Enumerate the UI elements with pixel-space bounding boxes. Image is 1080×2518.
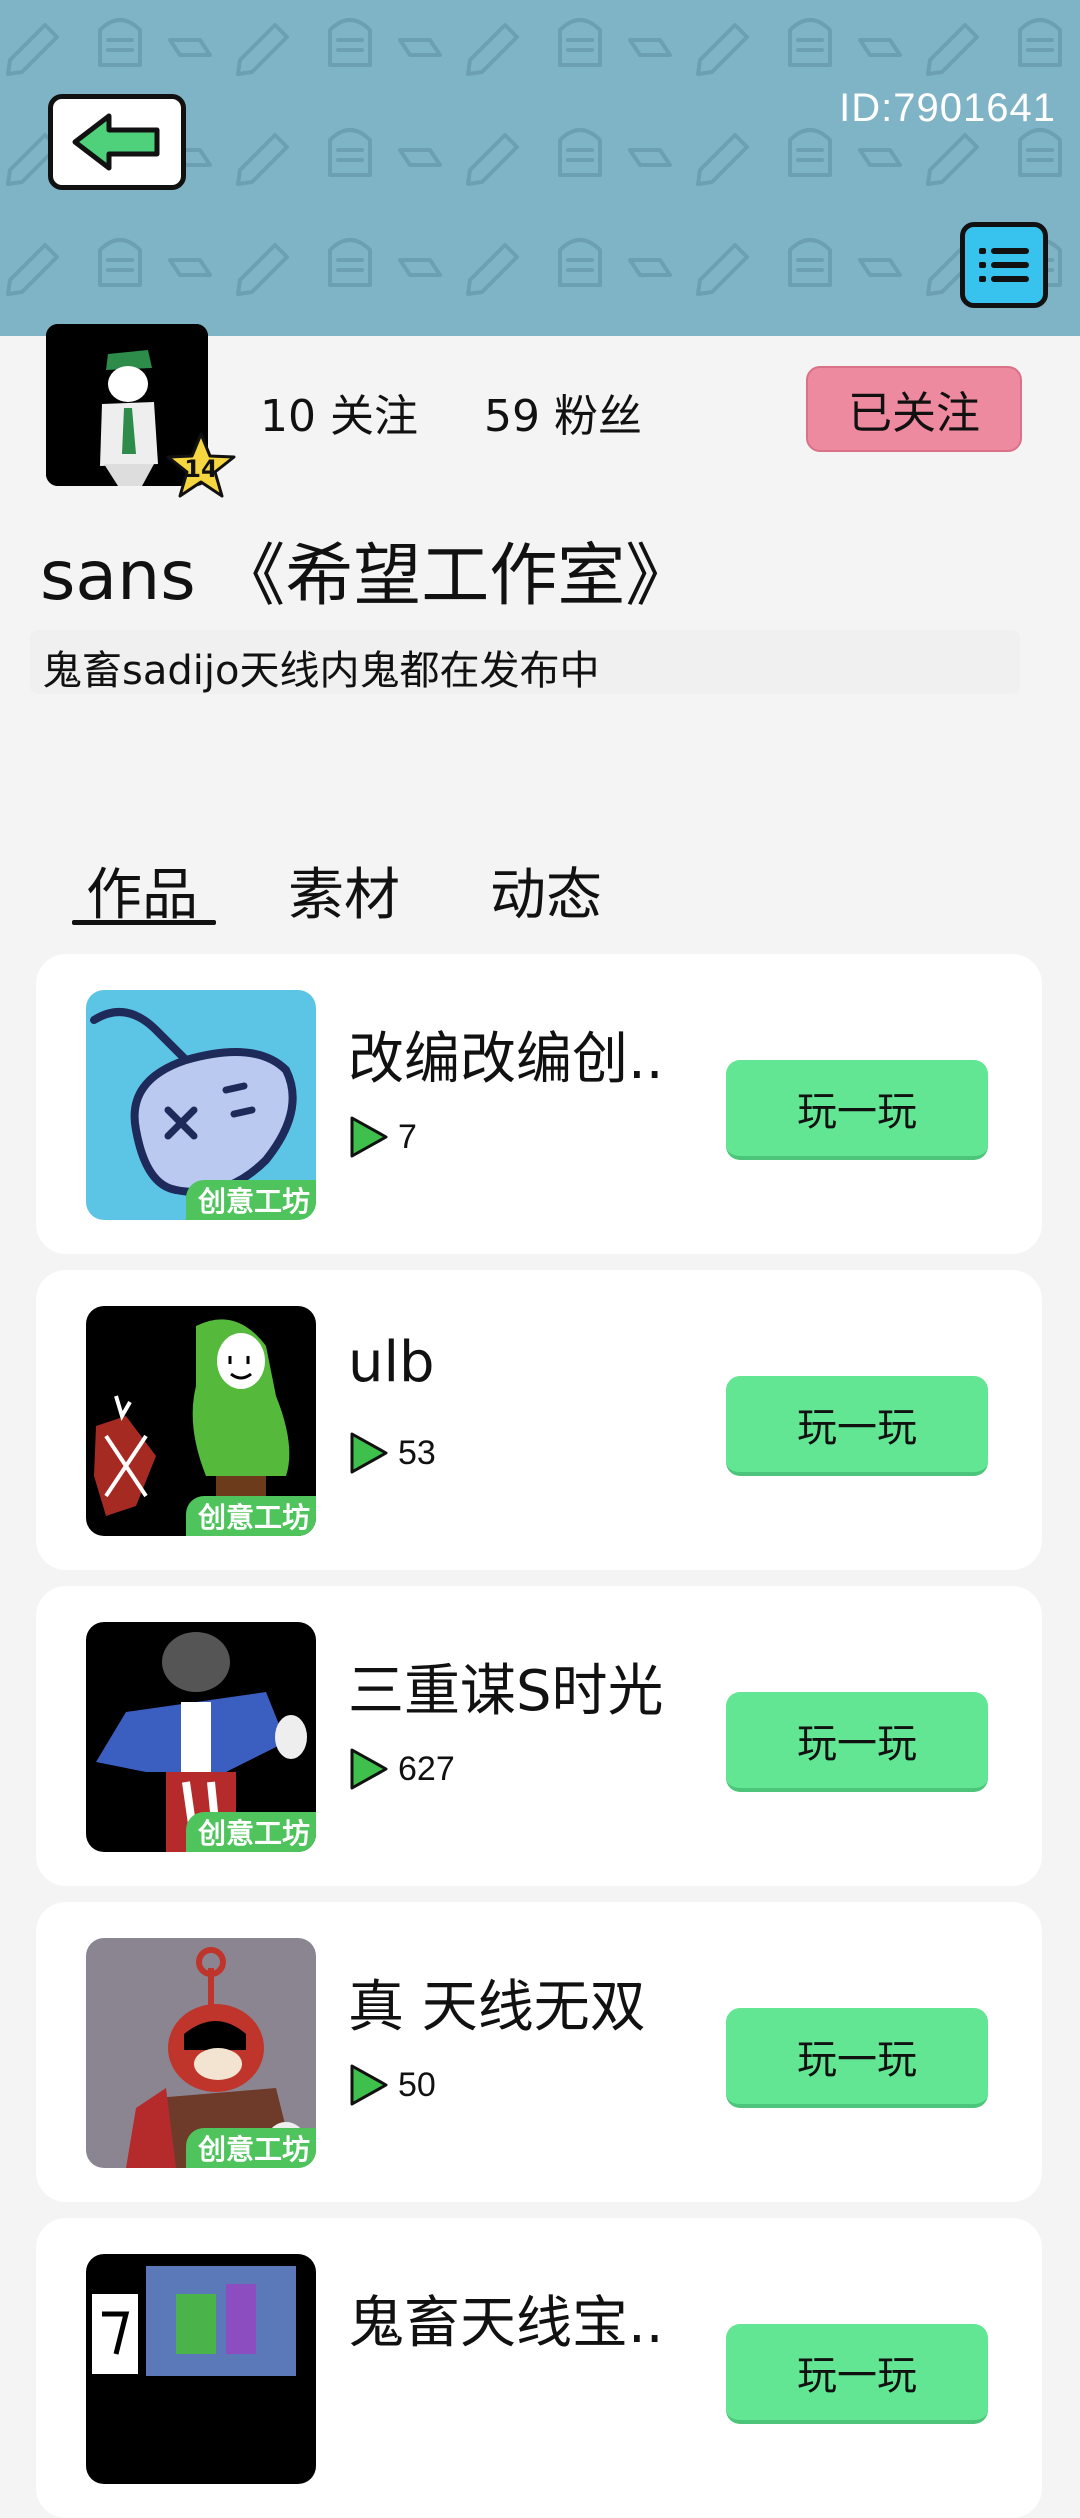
play-button[interactable]: 玩一玩 [726, 1060, 988, 1160]
play-count: 53 [348, 1430, 436, 1476]
workshop-tag: 创意工坊 [185, 1496, 316, 1536]
play-button[interactable]: 玩一玩 [726, 2324, 988, 2424]
tab-works[interactable]: 作品 [86, 850, 198, 931]
tab-activity[interactable]: 动态 [490, 850, 602, 931]
work-card[interactable]: 创意工坊 ulb 53 玩一玩 [36, 1270, 1042, 1570]
play-triangle-icon [350, 2064, 388, 2106]
work-title: 改编改编创.. [348, 1027, 664, 1092]
play-count: 7 [348, 1114, 417, 1160]
work-title: ulb [348, 1330, 435, 1395]
work-title: 鬼畜天线宝.. [348, 2291, 664, 2356]
level-number: 14 [184, 455, 217, 483]
play-count-value: 53 [398, 1433, 436, 1472]
work-thumbnail: 创意工坊 [86, 990, 316, 1220]
back-button[interactable] [48, 94, 186, 190]
followers-count[interactable]: 59 粉丝 [484, 380, 642, 444]
work-title: 三重谋S时光 [348, 1659, 664, 1724]
bio: 鬼畜sadijo天线内鬼都在发布中 [42, 648, 600, 694]
menu-button[interactable] [960, 222, 1048, 308]
play-button[interactable]: 玩一玩 [726, 1376, 988, 1476]
work-card[interactable]: 创意工坊 真 天线无双 50 玩一玩 [36, 1902, 1042, 2202]
follow-button[interactable]: 已关注 [806, 366, 1022, 452]
workshop-tag: 创意工坊 [185, 1180, 316, 1220]
work-title: 真 天线无双 [348, 1975, 646, 2040]
username: sans 《希望工作室》 [40, 537, 694, 616]
work-thumbnail [86, 2254, 316, 2484]
play-button[interactable]: 玩一玩 [726, 1692, 988, 1792]
work-thumbnail: 创意工坊 [86, 1938, 316, 2168]
play-count-value: 627 [398, 1749, 455, 1788]
star-icon: 14 [166, 432, 236, 498]
work-card[interactable]: 创意工坊 三重谋S时光 627 玩一玩 [36, 1586, 1042, 1886]
tab-materials[interactable]: 素材 [288, 850, 400, 931]
play-button[interactable]: 玩一玩 [726, 2008, 988, 2108]
play-count-value: 50 [398, 2065, 436, 2104]
active-tab-indicator [72, 920, 216, 925]
workshop-tag: 创意工坊 [185, 1812, 316, 1852]
play-count: 50 [348, 2062, 436, 2108]
arrow-left-icon [72, 113, 160, 171]
following-count[interactable]: 10 关注 [260, 380, 418, 444]
user-id: ID:7901641 [839, 86, 1056, 130]
work-card[interactable]: 创意工坊 改编改编创.. 7 玩一玩 [36, 954, 1042, 1254]
collage-image [86, 2254, 316, 2484]
workshop-tag: 创意工坊 [185, 2128, 316, 2168]
list-menu-icon [979, 248, 1029, 282]
play-triangle-icon [350, 1432, 388, 1474]
work-thumbnail: 创意工坊 [86, 1306, 316, 1536]
play-count-value: 7 [398, 1117, 417, 1156]
play-triangle-icon [350, 1748, 388, 1790]
work-card[interactable]: 鬼畜天线宝.. 玩一玩 [36, 2218, 1042, 2518]
profile-header: ID:7901641 [0, 0, 1080, 336]
play-count: 627 [348, 1746, 455, 1792]
play-triangle-icon [350, 1116, 388, 1158]
work-thumbnail: 创意工坊 [86, 1622, 316, 1852]
